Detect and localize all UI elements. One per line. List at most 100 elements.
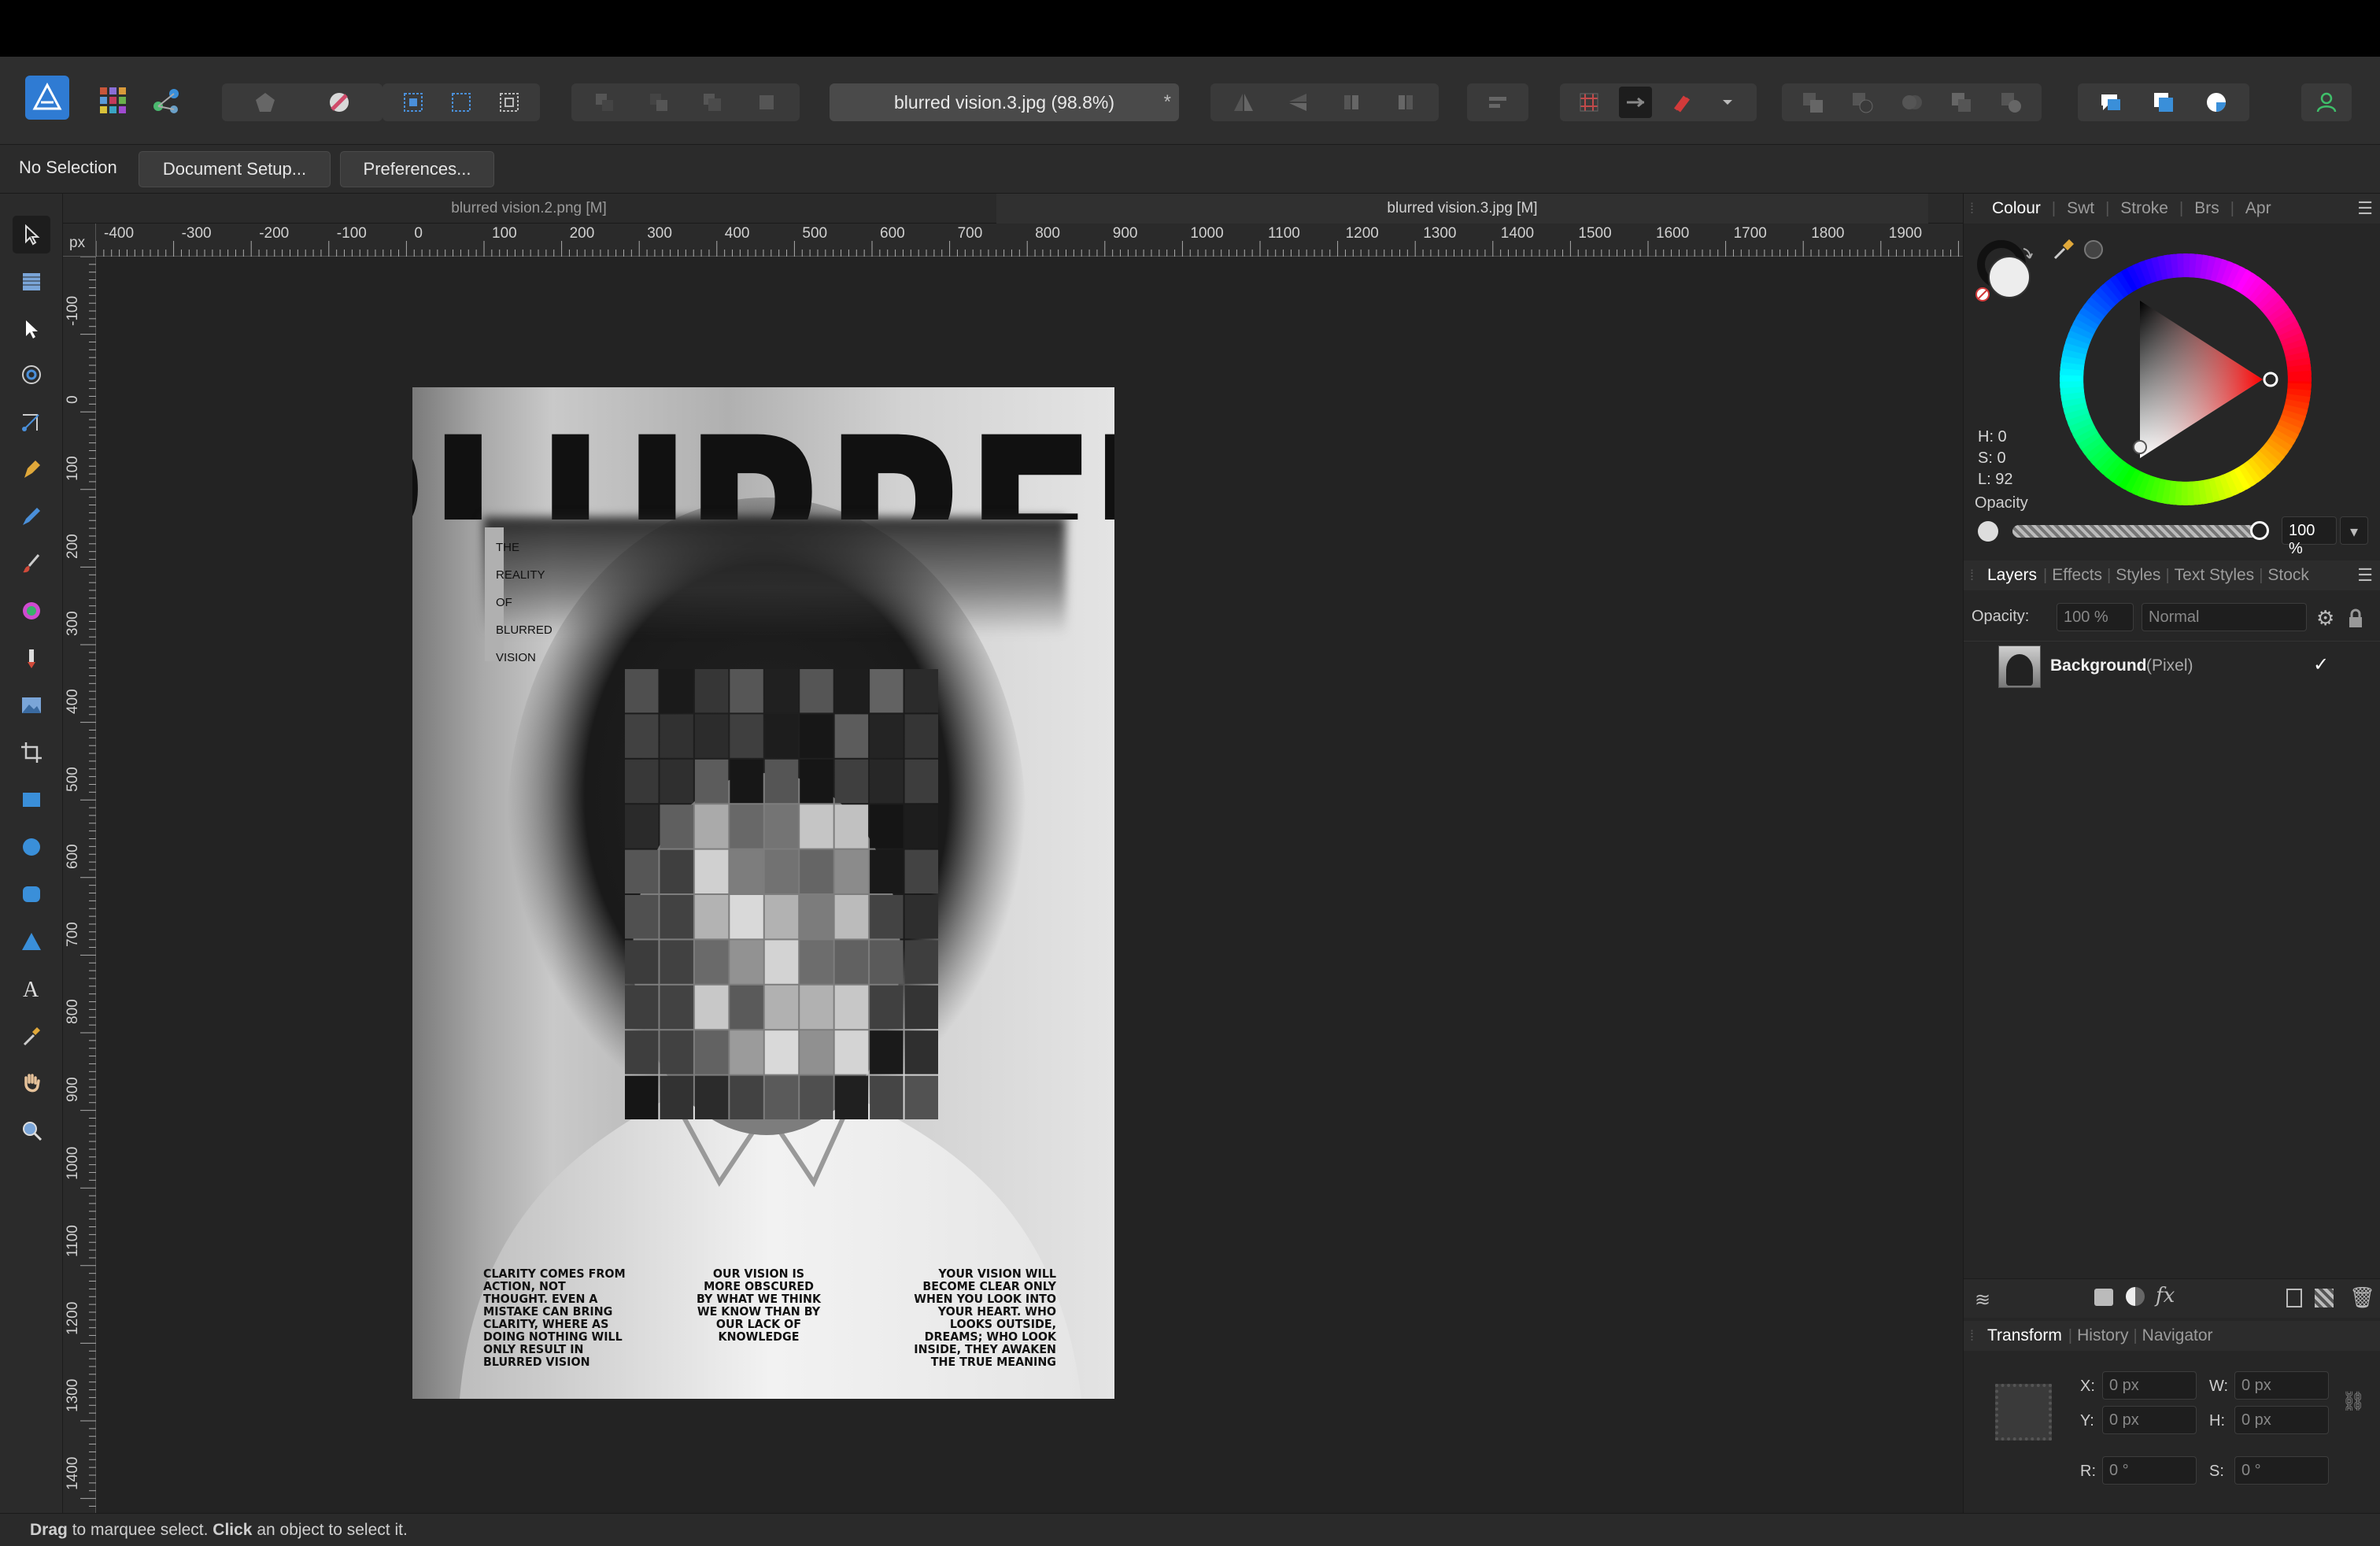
triangle-tool-icon[interactable] (13, 923, 50, 960)
ellipse-tool-icon[interactable] (13, 828, 50, 866)
hand-tool-icon[interactable] (13, 1064, 50, 1102)
flip-horizontal-icon[interactable] (1227, 87, 1260, 118)
tab-swatches[interactable]: Swt (2056, 199, 2105, 218)
fill-stroke-swatch[interactable] (1973, 236, 2041, 304)
tab-brushes[interactable]: Brs (2183, 199, 2230, 218)
export-persona-icon[interactable] (146, 80, 186, 120)
w-field[interactable]: 0 px (2234, 1371, 2329, 1400)
zoom-tool-icon[interactable] (13, 1111, 50, 1149)
opacity-slider-handle[interactable] (2250, 521, 2269, 540)
link-aspect-icon[interactable]: ⛓ (2341, 1390, 2365, 1413)
force-pixel-alignment-icon[interactable] (1618, 87, 1652, 118)
document-title-field[interactable]: blurred vision.3.jpg (98.8%) * (830, 83, 1179, 121)
pen-tool-icon[interactable] (13, 450, 50, 488)
deselect-icon[interactable] (445, 87, 478, 118)
adjustment-layer-icon[interactable] (2126, 1287, 2145, 1306)
tab-history[interactable]: History (2072, 1326, 2133, 1345)
tab-stroke[interactable]: Stroke (2109, 199, 2179, 218)
pencil-tool-icon[interactable] (13, 497, 50, 535)
tab-layers[interactable]: Layers (1981, 566, 2043, 585)
place-image-tool-icon[interactable] (13, 686, 50, 724)
flip-vertical-icon[interactable] (1281, 87, 1314, 118)
node-tool-icon[interactable] (13, 310, 50, 348)
layer-opacity-field[interactable]: 100 % (2057, 603, 2134, 631)
tab-styles[interactable]: Styles (2111, 566, 2165, 585)
move-to-back-icon[interactable] (588, 87, 621, 118)
vertical-ruler[interactable]: -100 0 100 200 300 400 500 600 700 800 900 1000 1100… (63, 257, 96, 1513)
fx-icon[interactable]: fx (2156, 1284, 2175, 1307)
panel-menu-icon[interactable]: ☰ (2357, 565, 2373, 586)
horizontal-ruler[interactable]: -400 -300 -200 -100 0 100 200 300 400 500 600 700 80… (96, 224, 1963, 257)
layer-row-background[interactable]: Background (Pixel) ✓ (1964, 642, 2380, 691)
panel-menu-icon[interactable]: ☰ (2357, 198, 2373, 219)
doc-tab-blurred-vision-3[interactable]: blurred vision.3.jpg [M] (996, 194, 1928, 224)
liquify-persona-icon[interactable] (93, 80, 132, 120)
preferences-button[interactable]: Preferences... (340, 151, 494, 187)
rounded-rectangle-tool-icon[interactable] (13, 875, 50, 913)
lock-icon[interactable] (2346, 608, 2365, 630)
mesh-warp-icon[interactable] (249, 87, 282, 118)
rotate-left-icon[interactable] (1335, 87, 1368, 118)
move-tool-icon[interactable] (13, 216, 50, 253)
text-tool-icon[interactable]: A (13, 970, 50, 1008)
intersect-icon[interactable] (1895, 87, 1928, 118)
mask-layer-icon[interactable] (2094, 1289, 2113, 1306)
delete-layer-icon[interactable]: 🗑 (2349, 1285, 2375, 1310)
rotation-field[interactable]: 0 ° (2102, 1456, 2197, 1485)
x-field[interactable]: 0 px (2102, 1371, 2197, 1400)
tab-navigator[interactable]: Navigator (2138, 1326, 2218, 1345)
invert-selection-icon[interactable] (493, 87, 526, 118)
tab-colour[interactable]: Colour (1981, 199, 2052, 218)
crop-tool-icon[interactable] (13, 734, 50, 771)
move-to-front-icon[interactable] (750, 87, 783, 118)
rectangle-tool-icon[interactable] (13, 781, 50, 819)
tab-text-styles[interactable]: Text Styles (2170, 566, 2260, 585)
vector-crop-icon[interactable] (13, 403, 50, 441)
tab-transform[interactable]: Transform (1981, 1326, 2068, 1345)
fill-tool-icon[interactable] (13, 592, 50, 630)
view-tool-icon[interactable] (13, 356, 50, 394)
doc-tab-blurred-vision-2[interactable]: blurred vision.2.png [M] (63, 194, 995, 224)
layer-stack-icon[interactable]: ≋ (1975, 1289, 1990, 1311)
divide-icon[interactable] (1994, 87, 2027, 118)
artboard-tool-icon[interactable] (13, 263, 50, 301)
color-picker-toggle-icon[interactable] (2200, 87, 2233, 118)
align-icon[interactable] (1481, 87, 1514, 118)
blend-mode-select[interactable]: Normal (2142, 603, 2307, 631)
personas-icon[interactable] (2147, 87, 2180, 118)
colour-wheel[interactable] (2060, 253, 2312, 505)
affinity-photo-persona-icon[interactable] (25, 76, 69, 120)
select-all-icon[interactable] (397, 87, 430, 118)
opacity-value-field[interactable]: 100 % (2282, 516, 2337, 557)
document-setup-button[interactable]: Document Setup... (139, 151, 331, 187)
snapping-dropdown-chevron-icon[interactable] (1711, 87, 1744, 118)
move-forward-icon[interactable] (696, 87, 729, 118)
assistant-icon[interactable] (2094, 87, 2127, 118)
tab-appearance[interactable]: Apr (2234, 199, 2282, 218)
anchor-point-selector[interactable] (1995, 1384, 2052, 1441)
y-field[interactable]: 0 px (2102, 1406, 2197, 1434)
h-field[interactable]: 0 px (2234, 1406, 2329, 1434)
tab-effects[interactable]: Effects (2047, 566, 2107, 585)
xor-icon[interactable] (1945, 87, 1978, 118)
new-layer-icon[interactable] (2286, 1289, 2302, 1307)
layer-settings-gear-icon[interactable]: ⚙ (2316, 606, 2334, 631)
tab-stock[interactable]: Stock (2263, 566, 2314, 585)
subtract-icon[interactable] (1846, 87, 1879, 118)
opacity-slider[interactable] (2012, 525, 2258, 538)
rotate-right-icon[interactable] (1389, 87, 1422, 118)
brush-tool-icon[interactable] (13, 545, 50, 583)
grid-icon[interactable] (1572, 87, 1606, 118)
add-icon[interactable] (1796, 87, 1829, 118)
selection-brush-icon[interactable] (323, 87, 356, 118)
user-account-icon[interactable] (2310, 87, 2343, 118)
transparency-tool-icon[interactable] (13, 639, 50, 677)
poster-image[interactable]: BLURRED THE REALITY OF BLURRED VISION CL… (412, 387, 1114, 1399)
new-pixel-layer-icon[interactable] (2315, 1289, 2334, 1307)
shear-field[interactable]: 0 ° (2234, 1456, 2329, 1485)
snapping-magnet-icon[interactable] (1665, 87, 1698, 118)
move-back-icon[interactable] (642, 87, 675, 118)
layer-visibility-checkbox[interactable]: ✓ (2313, 653, 2329, 676)
color-picker-tool-icon[interactable] (13, 1017, 50, 1055)
opacity-dropdown-chevron-icon[interactable]: ▾ (2340, 516, 2368, 545)
